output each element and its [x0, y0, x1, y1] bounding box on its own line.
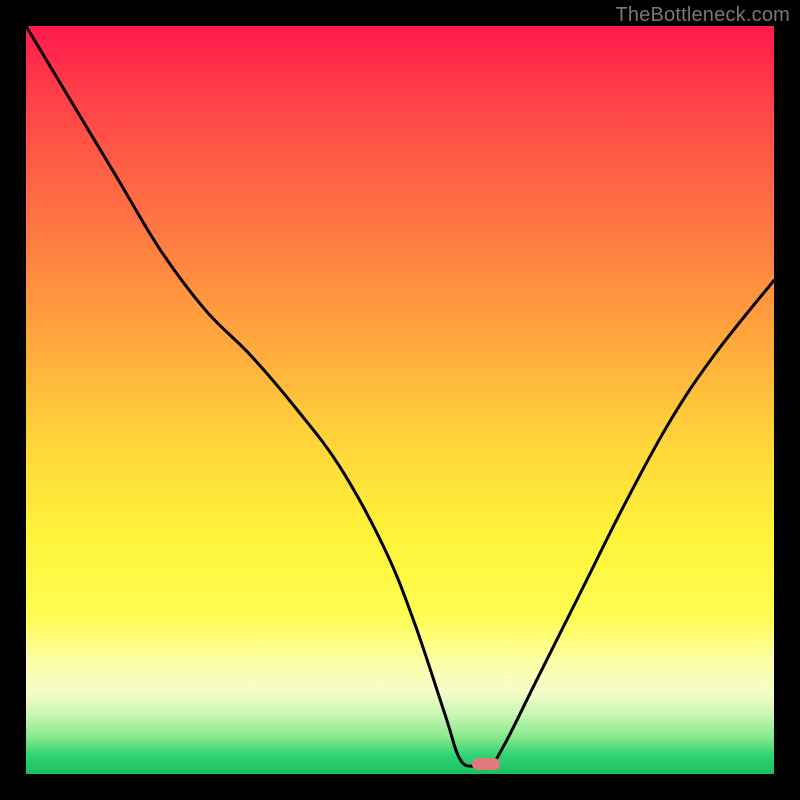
watermark-text: TheBottleneck.com	[615, 4, 790, 27]
optimal-marker	[472, 758, 500, 770]
bottleneck-curve	[26, 26, 774, 774]
plot-area	[26, 26, 774, 774]
chart-container: TheBottleneck.com	[0, 0, 800, 800]
curve-path	[26, 26, 774, 769]
